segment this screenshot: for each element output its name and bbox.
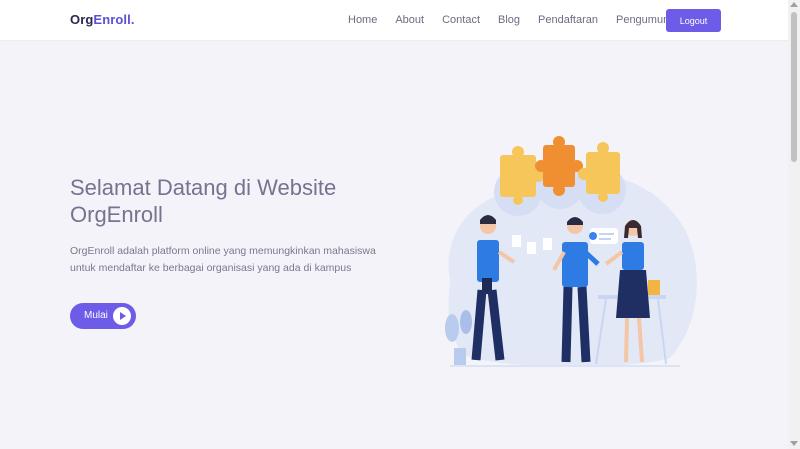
hero-title-line1: Selamat Datang di Website (70, 175, 337, 200)
hero-illustration (445, 136, 697, 367)
nav-link-pendaftaran[interactable]: Pendaftaran (538, 14, 598, 26)
nav-link-home[interactable]: Home (348, 14, 377, 26)
scroll-up-arrow-icon[interactable] (790, 2, 798, 7)
start-button[interactable]: Mulai (70, 303, 136, 329)
nav-links: Home About Contact Blog Pendaftaran Peng… (348, 14, 702, 26)
brand-part1: Org (70, 12, 94, 27)
hero-title: Selamat Datang di Website OrgEnroll (70, 174, 410, 228)
logout-button[interactable]: Logout (666, 9, 721, 32)
scroll-down-arrow-icon[interactable] (790, 441, 798, 446)
brand-logo[interactable]: OrgEnroll. (70, 12, 135, 27)
brand-part2: Enroll. (93, 12, 135, 27)
nav-link-contact[interactable]: Contact (442, 14, 480, 26)
navbar: OrgEnroll. Home About Contact Blog Penda… (0, 0, 788, 41)
nav-link-about[interactable]: About (395, 14, 424, 26)
nav-link-blog[interactable]: Blog (498, 14, 520, 26)
hero-title-line2: OrgEnroll (70, 202, 163, 227)
play-icon (113, 307, 131, 325)
scroll-thumb[interactable] (791, 12, 797, 162)
chat-bubble-icon (589, 228, 618, 244)
hero-description: OrgEnroll adalah platform online yang me… (70, 245, 376, 274)
page-scrollbar[interactable] (788, 0, 800, 449)
start-button-label: Mulai (84, 310, 108, 321)
